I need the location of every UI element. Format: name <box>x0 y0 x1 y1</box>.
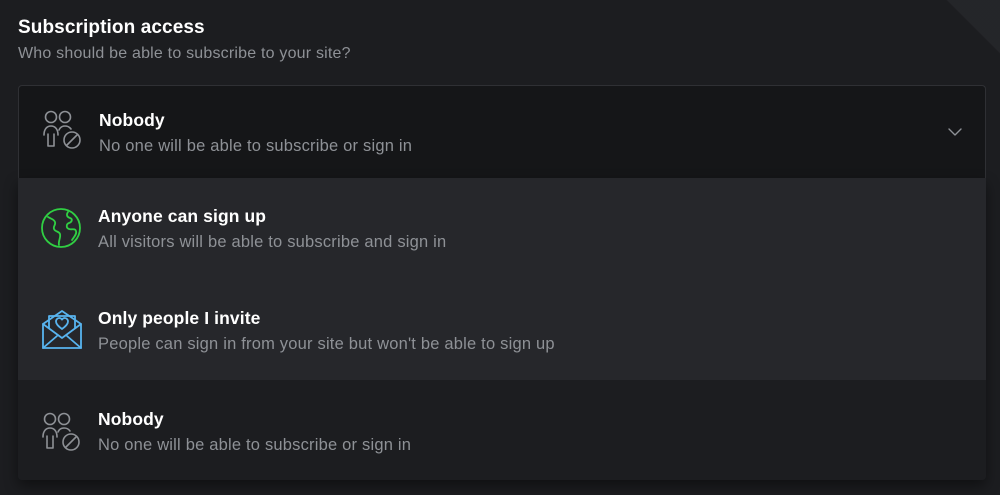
option-title: Only people I invite <box>98 308 261 328</box>
people-blocked-icon <box>40 410 84 454</box>
selected-option-description: No one will be able to subscribe or sign… <box>99 137 413 155</box>
people-blocked-icon <box>41 108 85 152</box>
option-title: Anyone can sign up <box>98 206 267 226</box>
option-description: People can sign in from your site but wo… <box>98 335 555 353</box>
option-title: Nobody <box>98 409 164 429</box>
option-anyone-can-sign-up[interactable]: Anyone can sign up All visitors will be … <box>18 178 986 279</box>
chevron-down-icon[interactable] <box>947 124 963 140</box>
subscription-access-select[interactable]: Nobody No one will be able to subscribe … <box>18 85 986 178</box>
selected-option-title: Nobody <box>99 110 165 130</box>
option-description: No one will be able to subscribe or sign… <box>98 436 412 454</box>
corner-decoration <box>920 0 1000 70</box>
option-nobody[interactable]: Nobody No one will be able to subscribe … <box>18 380 986 480</box>
globe-icon <box>40 207 84 251</box>
envelope-heart-icon <box>40 307 84 351</box>
option-description: All visitors will be able to subscribe a… <box>98 233 447 251</box>
option-only-people-i-invite[interactable]: Only people I invite People can sign in … <box>18 279 986 380</box>
section-description: Who should be able to subscribe to your … <box>18 45 351 62</box>
section-title: Subscription access <box>18 17 205 38</box>
